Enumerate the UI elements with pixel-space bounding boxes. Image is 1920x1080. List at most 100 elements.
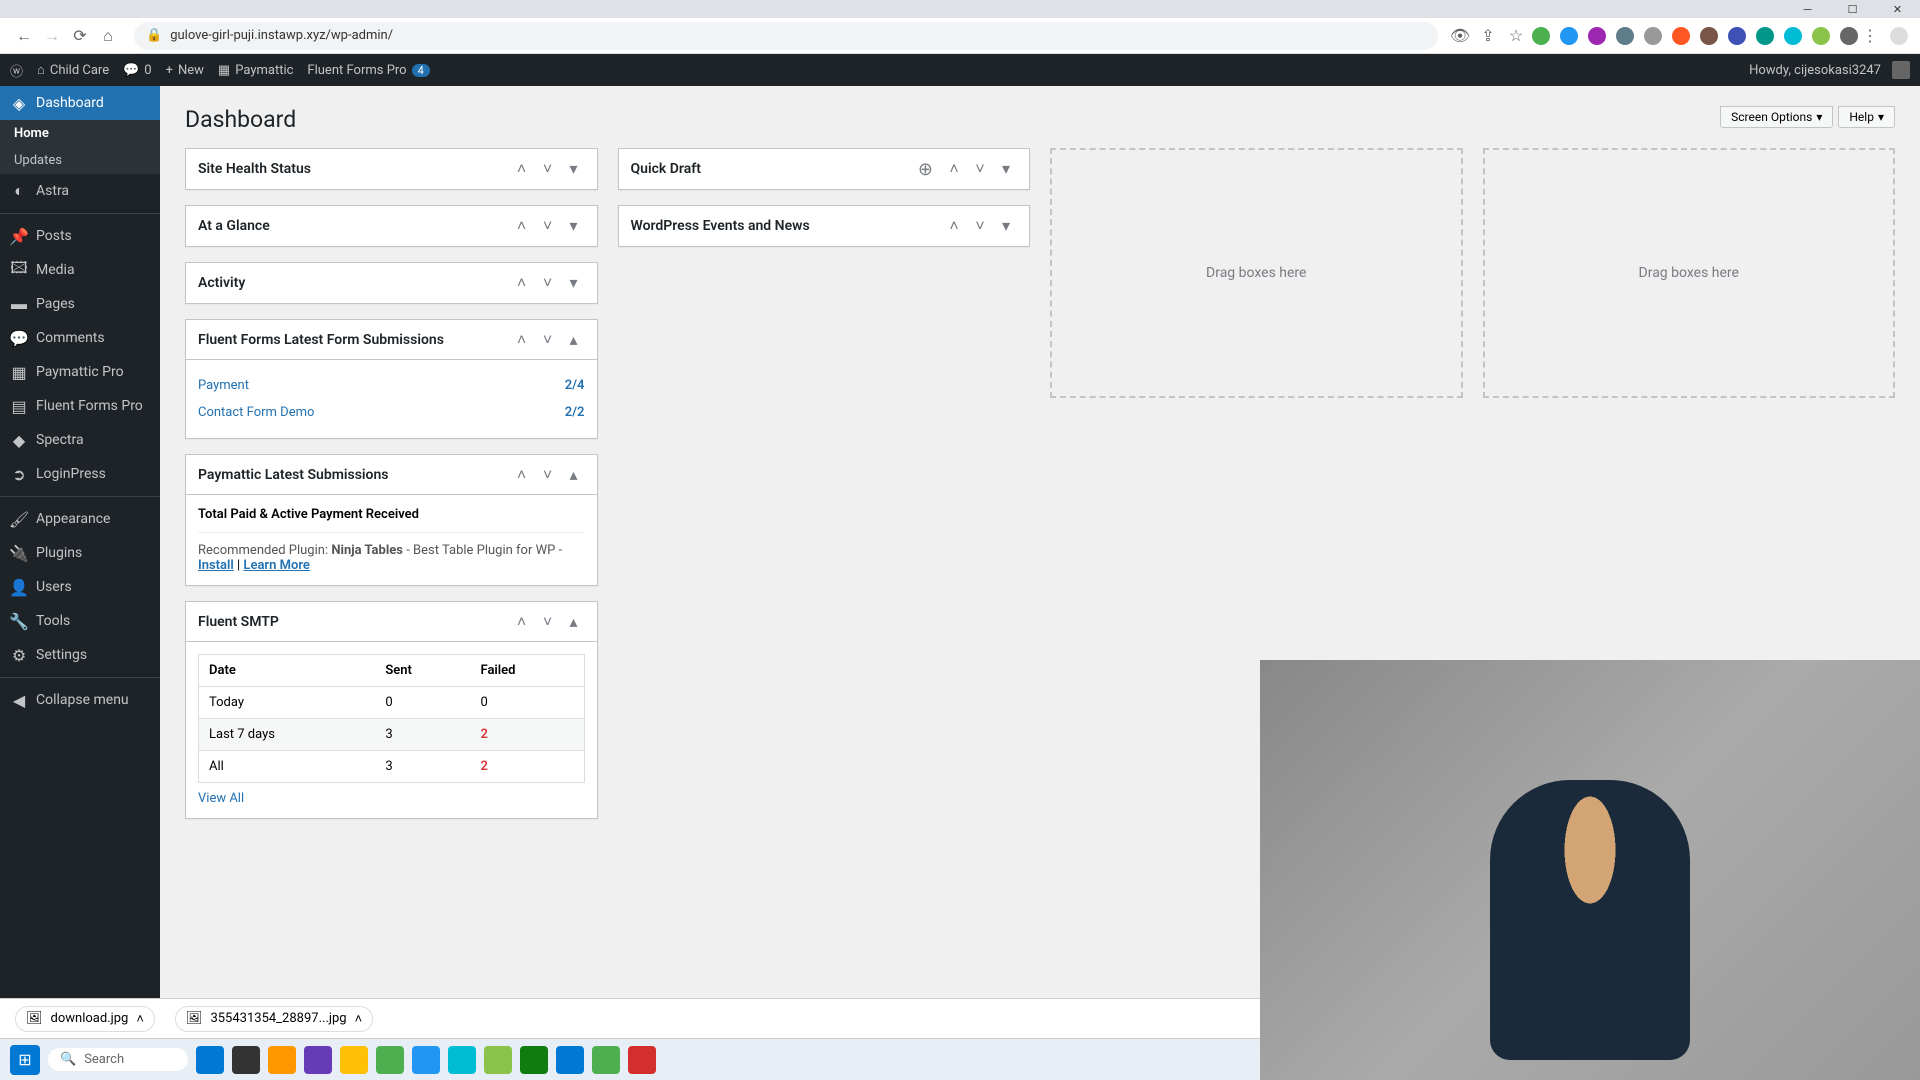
home-button[interactable]: ⌂ bbox=[96, 24, 120, 48]
ext-icon-8[interactable] bbox=[1728, 27, 1746, 45]
ext-icon-7[interactable] bbox=[1700, 27, 1718, 45]
menu-tools[interactable]: 🔧Tools bbox=[0, 604, 160, 638]
at-a-glance-widget[interactable]: At a Glance ˄˅▾ bbox=[185, 205, 598, 247]
task-icon[interactable] bbox=[628, 1046, 656, 1074]
close-window-button[interactable]: ✕ bbox=[1875, 0, 1920, 18]
eye-off-icon[interactable]: 👁 bbox=[1448, 24, 1472, 48]
move-down-icon[interactable]: ˅ bbox=[969, 216, 991, 236]
maximize-button[interactable]: ☐ bbox=[1830, 0, 1875, 18]
toggle-icon[interactable]: ▴ bbox=[563, 612, 585, 632]
task-icon[interactable] bbox=[484, 1046, 512, 1074]
move-down-icon[interactable]: ˅ bbox=[537, 273, 559, 293]
site-name-link[interactable]: ⌂Child Care bbox=[37, 62, 109, 78]
move-up-icon[interactable]: ˄ bbox=[943, 216, 965, 236]
task-icon[interactable] bbox=[196, 1046, 224, 1074]
task-icon[interactable] bbox=[412, 1046, 440, 1074]
start-button[interactable]: ⊞ bbox=[10, 1045, 40, 1075]
toggle-icon[interactable]: ▾ bbox=[563, 159, 585, 179]
address-bar[interactable]: 🔒 gulove-girl-puji.instawp.xyz/wp-admin/ bbox=[134, 22, 1438, 50]
menu-settings[interactable]: ⚙Settings bbox=[0, 638, 160, 672]
drag-handle-icon[interactable]: ⊕ bbox=[918, 159, 933, 180]
move-down-icon[interactable]: ˅ bbox=[537, 159, 559, 179]
menu-users[interactable]: 👤Users bbox=[0, 570, 160, 604]
move-up-icon[interactable]: ˄ bbox=[511, 273, 533, 293]
download-item[interactable]: 🖼download.jpg˄ bbox=[15, 1006, 155, 1032]
move-up-icon[interactable]: ˄ bbox=[511, 216, 533, 236]
menu-fluent-forms[interactable]: ▤Fluent Forms Pro bbox=[0, 389, 160, 423]
comments-link[interactable]: 💬0 bbox=[123, 63, 152, 78]
task-icon[interactable] bbox=[268, 1046, 296, 1074]
submenu-home[interactable]: Home bbox=[0, 120, 160, 147]
ext-icon-2[interactable] bbox=[1560, 27, 1578, 45]
move-down-icon[interactable]: ˅ bbox=[969, 159, 991, 179]
move-down-icon[interactable]: ˅ bbox=[537, 612, 559, 632]
install-link[interactable]: Install bbox=[198, 558, 234, 573]
site-health-widget[interactable]: Site Health Status ˄˅▾ bbox=[185, 148, 598, 190]
form-link[interactable]: Contact Form Demo bbox=[198, 405, 314, 420]
quick-draft-widget[interactable]: Quick Draft ⊕ ˄˅▾ bbox=[618, 148, 1031, 190]
profile-avatar[interactable] bbox=[1890, 27, 1908, 45]
fluent-forms-link[interactable]: Fluent Forms Pro4 bbox=[307, 63, 429, 78]
user-greeting[interactable]: Howdy, cijesokasi3247 bbox=[1749, 61, 1910, 79]
move-up-icon[interactable]: ˄ bbox=[511, 465, 533, 485]
task-icon[interactable] bbox=[340, 1046, 368, 1074]
task-icon[interactable] bbox=[232, 1046, 260, 1074]
toggle-icon[interactable]: ▴ bbox=[563, 465, 585, 485]
collapse-menu[interactable]: ◀Collapse menu bbox=[0, 683, 160, 717]
taskbar-search[interactable]: 🔍Search bbox=[48, 1048, 188, 1071]
chevron-up-icon[interactable]: ˄ bbox=[355, 1011, 363, 1027]
toggle-icon[interactable]: ▾ bbox=[563, 216, 585, 236]
task-icon[interactable] bbox=[376, 1046, 404, 1074]
download-item[interactable]: 🖼355431354_28897...jpg˄ bbox=[175, 1006, 373, 1032]
move-up-icon[interactable]: ˄ bbox=[943, 159, 965, 179]
task-icon[interactable] bbox=[448, 1046, 476, 1074]
move-up-icon[interactable]: ˄ bbox=[511, 612, 533, 632]
back-button[interactable]: ← bbox=[12, 24, 36, 48]
menu-comments[interactable]: 💬Comments bbox=[0, 321, 160, 355]
menu-astra[interactable]: ◐Astra bbox=[0, 174, 160, 208]
move-down-icon[interactable]: ˅ bbox=[537, 465, 559, 485]
paymattic-link[interactable]: ▦Paymattic bbox=[218, 63, 294, 78]
forward-button[interactable]: → bbox=[40, 24, 64, 48]
move-up-icon[interactable]: ˄ bbox=[511, 159, 533, 179]
toggle-icon[interactable]: ▴ bbox=[563, 330, 585, 350]
move-down-icon[interactable]: ˅ bbox=[537, 330, 559, 350]
view-all-link[interactable]: View All bbox=[198, 791, 244, 806]
learn-more-link[interactable]: Learn More bbox=[243, 558, 309, 573]
new-content-link[interactable]: +New bbox=[166, 63, 204, 78]
menu-dashboard[interactable]: ◈Dashboard bbox=[0, 86, 160, 120]
extensions-icon[interactable] bbox=[1840, 27, 1858, 45]
widget-dropzone[interactable]: Drag boxes here bbox=[1483, 148, 1896, 398]
submenu-updates[interactable]: Updates bbox=[0, 147, 160, 174]
menu-loginpress[interactable]: ➲LoginPress bbox=[0, 457, 160, 491]
menu-plugins[interactable]: 🔌Plugins bbox=[0, 536, 160, 570]
ext-icon-10[interactable] bbox=[1784, 27, 1802, 45]
toggle-icon[interactable]: ▾ bbox=[563, 273, 585, 293]
ext-icon-6[interactable] bbox=[1672, 27, 1690, 45]
ext-icon-5[interactable] bbox=[1644, 27, 1662, 45]
ext-icon-3[interactable] bbox=[1588, 27, 1606, 45]
menu-spectra[interactable]: ◆Spectra bbox=[0, 423, 160, 457]
wp-logo[interactable]: ⓦ bbox=[10, 61, 23, 80]
ext-icon-1[interactable] bbox=[1532, 27, 1550, 45]
help-tab[interactable]: Help▾ bbox=[1838, 106, 1895, 128]
menu-media[interactable]: 🖾Media bbox=[0, 253, 160, 287]
task-icon[interactable] bbox=[304, 1046, 332, 1074]
task-icon[interactable] bbox=[556, 1046, 584, 1074]
ext-icon-4[interactable] bbox=[1616, 27, 1634, 45]
minimize-button[interactable]: ─ bbox=[1785, 0, 1830, 18]
menu-icon[interactable]: ⋮ bbox=[1858, 24, 1882, 48]
menu-appearance[interactable]: 🖌Appearance bbox=[0, 502, 160, 536]
bookmark-icon[interactable]: ☆ bbox=[1504, 24, 1528, 48]
form-link[interactable]: Payment bbox=[198, 378, 249, 393]
move-up-icon[interactable]: ˄ bbox=[511, 330, 533, 350]
widget-dropzone[interactable]: Drag boxes here bbox=[1050, 148, 1463, 398]
activity-widget[interactable]: Activity ˄˅▾ bbox=[185, 262, 598, 304]
menu-posts[interactable]: 📌Posts bbox=[0, 219, 160, 253]
reload-button[interactable]: ⟳ bbox=[68, 24, 92, 48]
task-icon[interactable] bbox=[592, 1046, 620, 1074]
menu-paymattic[interactable]: ▦Paymattic Pro bbox=[0, 355, 160, 389]
toggle-icon[interactable]: ▾ bbox=[995, 216, 1017, 236]
wp-events-widget[interactable]: WordPress Events and News ˄˅▾ bbox=[618, 205, 1031, 247]
share-icon[interactable]: ⇪ bbox=[1476, 24, 1500, 48]
